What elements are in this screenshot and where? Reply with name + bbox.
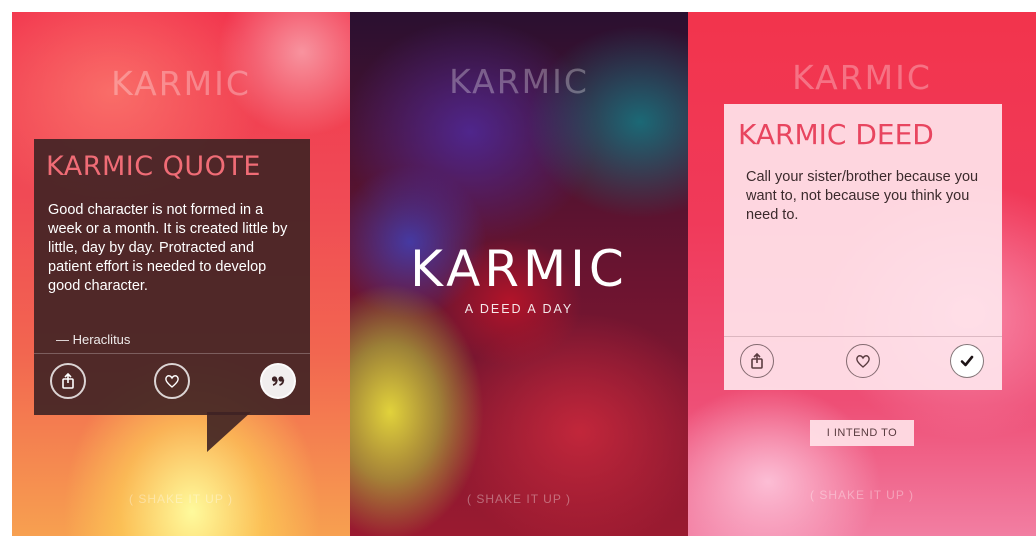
heart-icon (165, 375, 179, 388)
card-divider (34, 353, 310, 354)
app-logo-faint: KARMIC (792, 58, 932, 97)
quote-icon (271, 376, 285, 386)
deed-screen: KARMIC KARMIC DEED Call your sister/brot… (688, 12, 1036, 536)
deed-card: KARMIC DEED Call your sister/brother bec… (724, 104, 1002, 390)
share-button[interactable] (740, 344, 774, 378)
heart-icon (856, 355, 870, 368)
complete-button[interactable] (950, 344, 984, 378)
card-title: KARMIC DEED (738, 118, 934, 151)
share-icon (62, 372, 74, 389)
share-button[interactable] (50, 363, 86, 399)
quote-screen: KARMIC KARMIC QUOTE Good character is no… (12, 12, 350, 536)
check-icon (960, 355, 974, 367)
favorite-button[interactable] (154, 363, 190, 399)
deed-text: Call your sister/brother because you wan… (746, 169, 979, 223)
card-title: KARMIC QUOTE (46, 151, 261, 182)
share-icon (751, 352, 763, 369)
app-logo: KARMIC (410, 240, 628, 298)
app-logo-faint: KARMIC (449, 62, 589, 101)
shake-hint: ( SHAKE IT UP ) (129, 492, 233, 506)
splash-screen: KARMIC KARMIC A DEED A DAY ( SHAKE IT UP… (350, 12, 688, 536)
app-logo-faint: KARMIC (111, 64, 251, 103)
favorite-button[interactable] (846, 344, 880, 378)
quote-button[interactable] (260, 363, 296, 399)
speech-bubble-tail (207, 412, 251, 452)
quote-author: — Heraclitus (56, 332, 131, 347)
quote-card: KARMIC QUOTE Good character is not forme… (34, 139, 310, 415)
shake-hint: ( SHAKE IT UP ) (810, 488, 914, 502)
tagline: A DEED A DAY (464, 302, 574, 316)
card-divider (724, 336, 1002, 337)
shake-hint: ( SHAKE IT UP ) (467, 492, 571, 506)
intend-button[interactable]: I INTEND TO (810, 420, 914, 446)
quote-text: Good character is not formed in a week o… (48, 202, 288, 294)
